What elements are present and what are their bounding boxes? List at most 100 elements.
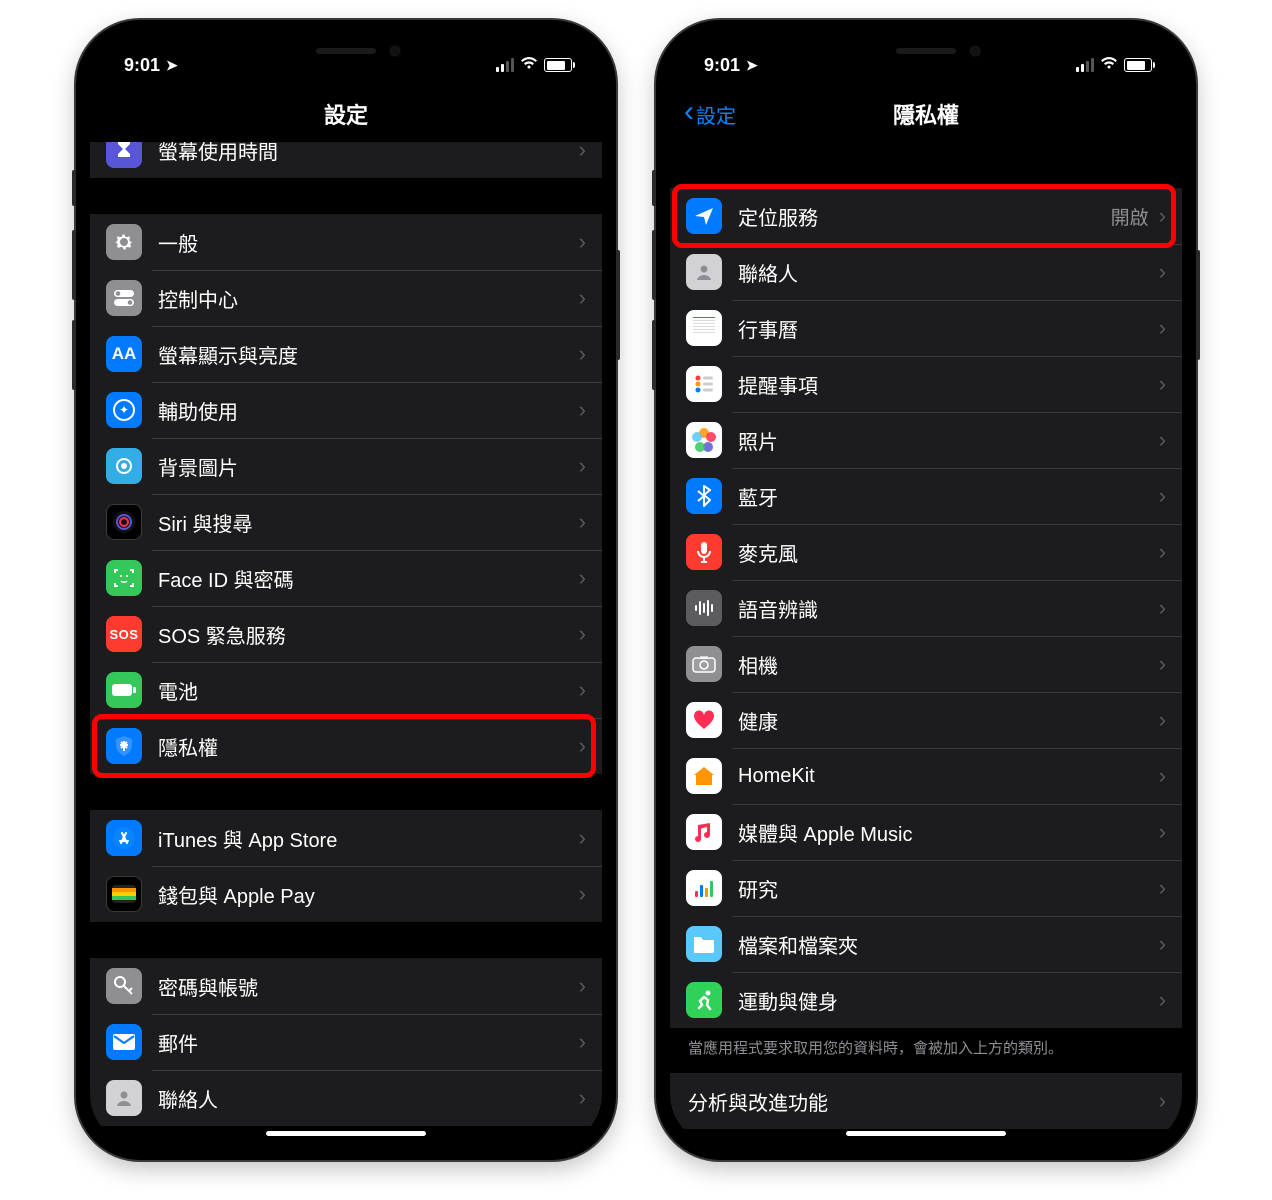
chevron-right-icon: › — [579, 509, 586, 535]
settings-row[interactable]: AA 螢幕顯示與亮度› — [90, 326, 602, 382]
nav-title: 隱私權 — [893, 98, 959, 130]
settings-list[interactable]: 螢幕使用時間›一般›控制中心›AA螢幕顯示與亮度›✦輔助使用›背景圖片›Siri… — [90, 142, 602, 1146]
wifi-icon — [1100, 56, 1118, 75]
nav-bar: ‹ 設定 隱私權 — [670, 86, 1182, 142]
chevron-right-icon: › — [579, 1029, 586, 1055]
files-icon — [686, 926, 722, 962]
settings-row[interactable]: 語音辨識› — [670, 580, 1182, 636]
row-value: 開啟 — [1111, 203, 1149, 230]
row-label: 隱私權 — [158, 732, 579, 761]
settings-row[interactable]: 螢幕使用時間› — [90, 142, 602, 178]
settings-row[interactable]: 運動與健身› — [670, 972, 1182, 1028]
chevron-right-icon: › — [579, 397, 586, 423]
row-label: 藍牙 — [738, 482, 1159, 511]
row-label: 聯絡人 — [738, 258, 1159, 287]
home-indicator[interactable] — [266, 1131, 426, 1136]
chevron-right-icon: › — [579, 1085, 586, 1111]
row-label: 背景圖片 — [158, 452, 579, 481]
chevron-right-icon: › — [1159, 483, 1166, 509]
chevron-right-icon: › — [579, 881, 586, 907]
settings-row[interactable]: 控制中心› — [90, 270, 602, 326]
location-indicator-icon: ➤ — [746, 57, 758, 74]
settings-row[interactable]: 媒體與 Apple Music› — [670, 804, 1182, 860]
homekit-icon — [686, 758, 722, 794]
row-label: iTunes 與 App Store — [158, 824, 579, 853]
settings-row[interactable]: 麥克風› — [670, 524, 1182, 580]
status-time: 9:01 — [124, 55, 160, 76]
wallet-icon — [106, 876, 142, 912]
settings-row[interactable]: iTunes 與 App Store› — [90, 810, 602, 866]
calendar-icon — [686, 310, 722, 346]
settings-row[interactable]: 一般› — [90, 214, 602, 270]
row-label: 一般 — [158, 228, 579, 257]
gear-icon — [106, 224, 142, 260]
settings-row[interactable]: 研究› — [670, 860, 1182, 916]
row-label: 相機 — [738, 650, 1159, 679]
faceid-icon — [106, 560, 142, 596]
nav-title: 設定 — [324, 98, 368, 130]
settings-row[interactable]: Face ID 與密碼› — [90, 550, 602, 606]
settings-row[interactable]: 密碼與帳號› — [90, 958, 602, 1014]
phone-right: 9:01 ➤ ‹ 設定 隱私權 定位服務開啟›聯絡人›行事曆›提醒事項›照片›藍… — [656, 20, 1196, 1160]
privacy-list[interactable]: 定位服務開啟›聯絡人›行事曆›提醒事項›照片›藍牙›麥克風›語音辨識›相機›健康… — [670, 142, 1182, 1146]
bluetooth-icon — [686, 478, 722, 514]
settings-row[interactable]: 行事曆› — [670, 300, 1182, 356]
settings-row[interactable]: Siri 與搜尋› — [90, 494, 602, 550]
camera-icon — [686, 646, 722, 682]
row-label: 行事曆 — [738, 314, 1159, 343]
settings-row[interactable]: 電池› — [90, 662, 602, 718]
settings-row[interactable]: 隱私權› — [90, 718, 602, 774]
row-label: Face ID 與密碼 — [158, 564, 579, 593]
chevron-right-icon: › — [1159, 259, 1166, 285]
chevron-right-icon: › — [1159, 875, 1166, 901]
chevron-right-icon: › — [579, 285, 586, 311]
row-label: 語音辨識 — [738, 594, 1159, 623]
settings-row[interactable]: 錢包與 Apple Pay› — [90, 866, 602, 922]
aa-icon: AA — [106, 336, 142, 372]
settings-row[interactable]: 郵件› — [90, 1014, 602, 1070]
settings-row[interactable]: ✦輔助使用› — [90, 382, 602, 438]
chevron-right-icon: › — [1159, 987, 1166, 1013]
row-label: 健康 — [738, 706, 1159, 735]
chevron-right-icon: › — [579, 453, 586, 479]
row-label: 電池 — [158, 676, 579, 705]
settings-row[interactable]: 背景圖片› — [90, 438, 602, 494]
health-icon — [686, 702, 722, 738]
chevron-right-icon: › — [1159, 931, 1166, 957]
row-label: 聯絡人 — [158, 1084, 579, 1113]
settings-row[interactable]: 照片› — [670, 412, 1182, 468]
row-label: 照片 — [738, 426, 1159, 455]
nav-bar: 設定 — [90, 86, 602, 142]
chevron-right-icon: › — [1159, 707, 1166, 733]
battery-icon — [1124, 58, 1152, 72]
settings-row[interactable]: HomeKit› — [670, 748, 1182, 804]
notch — [816, 34, 1036, 68]
back-button[interactable]: ‹ 設定 — [684, 86, 736, 142]
row-label: 密碼與帳號 — [158, 972, 579, 1001]
home-indicator[interactable] — [846, 1131, 1006, 1136]
row-label: 控制中心 — [158, 284, 579, 313]
settings-row[interactable]: 定位服務開啟› — [670, 188, 1182, 244]
key-icon — [106, 968, 142, 1004]
settings-row[interactable]: SOSSOS 緊急服務› — [90, 606, 602, 662]
settings-row[interactable]: 分析與改進功能› — [670, 1073, 1182, 1129]
row-label: 螢幕使用時間 — [158, 142, 579, 165]
row-label: 螢幕顯示與亮度 — [158, 340, 579, 369]
chevron-right-icon: › — [1159, 651, 1166, 677]
chevron-right-icon: › — [579, 341, 586, 367]
settings-row[interactable]: 健康› — [670, 692, 1182, 748]
privacy-icon — [106, 728, 142, 764]
siri-icon — [106, 504, 142, 540]
contacts-icon — [106, 1080, 142, 1116]
settings-row[interactable]: 聯絡人› — [90, 1070, 602, 1126]
chevron-right-icon: › — [579, 621, 586, 647]
settings-row[interactable]: 提醒事項› — [670, 356, 1182, 412]
row-label: SOS 緊急服務 — [158, 620, 579, 649]
mail-icon — [106, 1024, 142, 1060]
appstore-icon — [106, 820, 142, 856]
settings-row[interactable]: 聯絡人› — [670, 244, 1182, 300]
settings-row[interactable]: 相機› — [670, 636, 1182, 692]
settings-row[interactable]: 檔案和檔案夾› — [670, 916, 1182, 972]
settings-row[interactable]: 藍牙› — [670, 468, 1182, 524]
contacts-icon — [686, 254, 722, 290]
